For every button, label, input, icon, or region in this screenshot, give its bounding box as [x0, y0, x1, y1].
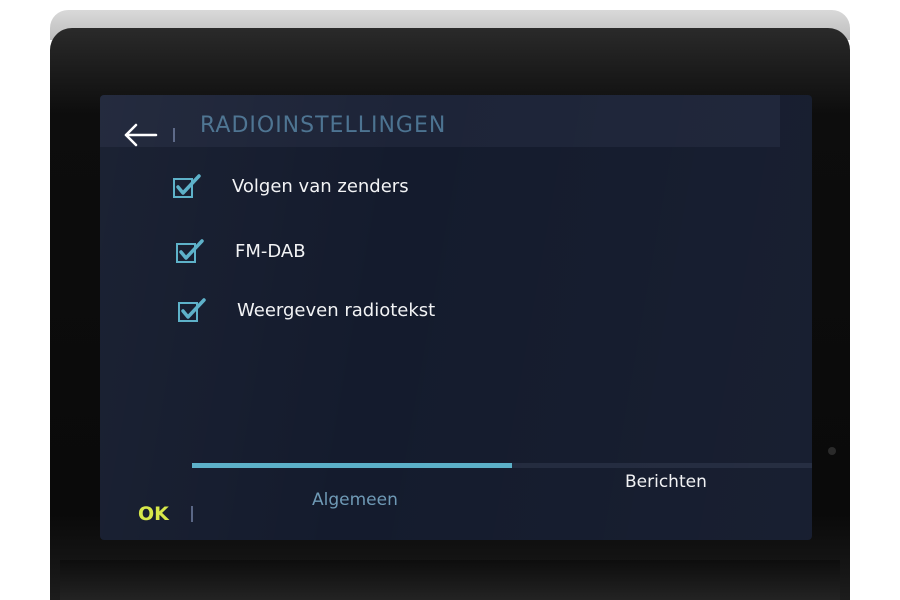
option-label: Volgen van zenders	[232, 175, 409, 197]
photo-frame: RADIOINSTELLINGEN Volgen van zenders FM-…	[0, 0, 900, 600]
checkbox[interactable]	[177, 295, 207, 325]
option-row-fm-dab[interactable]: FM-DAB	[175, 233, 306, 269]
tab-algemeen[interactable]: Algemeen	[312, 490, 398, 510]
checkbox[interactable]	[172, 171, 202, 201]
back-button[interactable]	[120, 115, 160, 147]
infotainment-screen: RADIOINSTELLINGEN Volgen van zenders FM-…	[100, 95, 812, 540]
checkbox-checked-icon	[173, 174, 201, 198]
checkbox-checked-icon	[178, 298, 206, 322]
checkbox-checked-icon	[176, 239, 204, 263]
tab-berichten[interactable]: Berichten	[625, 472, 707, 492]
ambient-sensor	[828, 447, 836, 455]
option-label: FM-DAB	[235, 240, 306, 262]
tab-bar: Algemeen Berichten	[100, 455, 812, 540]
header-divider	[173, 128, 175, 142]
arrow-left-icon	[124, 123, 158, 147]
option-row-weergeven-radiotekst[interactable]: Weergeven radiotekst	[177, 292, 435, 328]
page-title: RADIOINSTELLINGEN	[200, 113, 447, 138]
option-row-volgen-van-zenders[interactable]: Volgen van zenders	[172, 168, 409, 204]
active-tab-indicator	[192, 463, 512, 468]
ok-divider	[191, 506, 193, 522]
header-bar: RADIOINSTELLINGEN	[100, 95, 780, 147]
ok-button[interactable]: OK	[138, 503, 169, 525]
option-label: Weergeven radiotekst	[237, 299, 436, 321]
checkbox[interactable]	[175, 236, 205, 266]
bottom-ledge	[60, 560, 840, 600]
